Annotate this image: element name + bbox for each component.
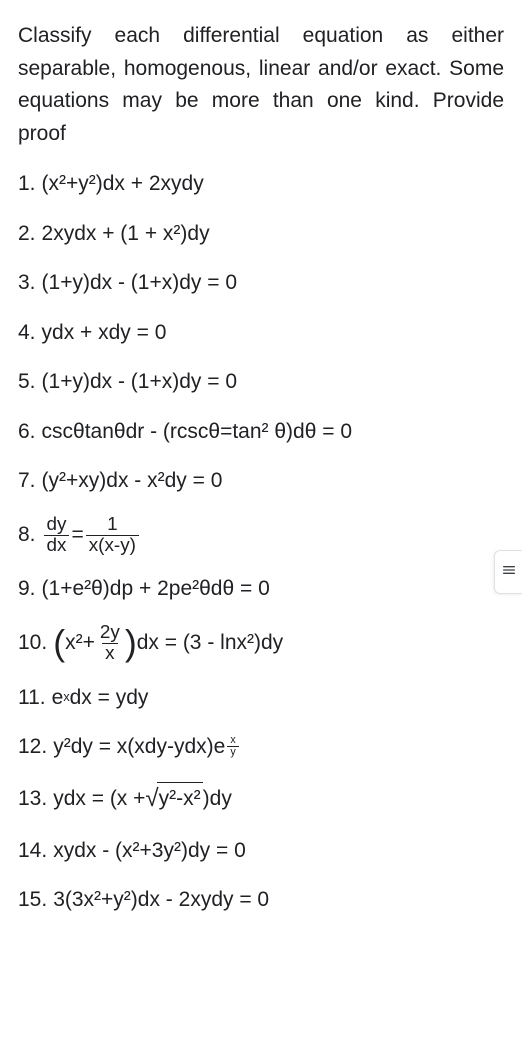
list-item: 2. 2xydx + (1 + x²)dy (18, 218, 504, 250)
item-number: 5. (18, 366, 36, 398)
square-root: √ y²-x² (145, 781, 202, 817)
menu-icon (501, 556, 517, 588)
list-item: 6. cscθtanθdr - (rcscθ=tan² θ)dθ = 0 (18, 416, 504, 448)
list-item: 8. dy dx = 1 x(x-y) (18, 515, 504, 556)
numerator: dy (44, 515, 70, 535)
term: )dy (203, 783, 232, 815)
equation: (1+y)dx - (1+x)dy = 0 (42, 267, 238, 299)
item-number: 1. (18, 168, 36, 200)
equation: (y²+xy)dx - x²dy = 0 (42, 465, 223, 497)
equation: ydx + xdy = 0 (42, 317, 167, 349)
item-number: 6. (18, 416, 36, 448)
item-number: 13. (18, 783, 47, 815)
term: x²+ (65, 627, 95, 659)
list-item: 1. (x²+y²)dx + 2xydy (18, 168, 504, 200)
term: e (52, 682, 64, 714)
equation: 2xydx + (1 + x²)dy (42, 218, 210, 250)
equation: y²dy = x(xdy-ydx)exy (53, 731, 240, 763)
fraction: 2y x (97, 623, 123, 664)
denominator: x (102, 643, 117, 664)
list-item: 12. y²dy = x(xdy-ydx)exy (18, 731, 504, 763)
list-item: 4. ydx + xdy = 0 (18, 317, 504, 349)
list-item: 11. exdx = ydy (18, 682, 504, 714)
term: dx = (3 - lnx²)dy (137, 627, 283, 659)
equation: 3(3x²+y²)dx - 2xydy = 0 (53, 884, 269, 916)
numerator: 1 (104, 515, 121, 535)
instruction-text: Classify each differential equation as e… (18, 20, 504, 150)
item-number: 8. (18, 519, 36, 551)
item-number: 15. (18, 884, 47, 916)
equation: dy dx = 1 x(x-y) (42, 515, 141, 556)
sidebar-toggle-button[interactable] (494, 550, 522, 594)
list-item: 13. ydx = (x + √ y²-x² )dy (18, 781, 504, 817)
equation: ( x²+ 2y x ) dx = (3 - lnx²)dy (53, 623, 283, 664)
equation: (x²+y²)dx + 2xydy (42, 168, 204, 200)
equation: exdx = ydy (52, 682, 149, 714)
numerator: 2y (97, 623, 123, 643)
right-paren: ) (125, 629, 137, 658)
list-item: 3. (1+y)dx - (1+x)dy = 0 (18, 267, 504, 299)
item-number: 14. (18, 835, 47, 867)
numerator: x (227, 735, 238, 746)
item-number: 12. (18, 731, 47, 763)
term: dx = ydy (70, 682, 149, 714)
list-item: 15. 3(3x²+y²)dx - 2xydy = 0 (18, 884, 504, 916)
item-number: 10. (18, 627, 47, 659)
list-item: 7. (y²+xy)dx - x²dy = 0 (18, 465, 504, 497)
item-number: 3. (18, 267, 36, 299)
equation: cscθtanθdr - (rcscθ=tan² θ)dθ = 0 (42, 416, 352, 448)
term: y²dy = x(xdy-ydx)e (53, 731, 225, 763)
item-number: 11. (18, 682, 46, 714)
superscript-fraction: xy (225, 735, 240, 758)
term: ydx = (x + (53, 783, 145, 815)
item-number: 7. (18, 465, 36, 497)
equation: xydx - (x²+3y²)dy = 0 (53, 835, 246, 867)
denominator: y (227, 746, 238, 758)
equation: (1+e²θ)dp + 2pe²θdθ = 0 (42, 573, 270, 605)
equation: ydx = (x + √ y²-x² )dy (53, 781, 232, 817)
equation: (1+y)dx - (1+x)dy = 0 (42, 366, 238, 398)
item-number: 4. (18, 317, 36, 349)
item-number: 9. (18, 573, 36, 605)
equals: = (71, 519, 83, 551)
list-item: 5. (1+y)dx - (1+x)dy = 0 (18, 366, 504, 398)
fraction: dy dx (44, 515, 70, 556)
left-paren: ( (53, 629, 65, 658)
radicand: y²-x² (157, 782, 203, 815)
problem-list: 1. (x²+y²)dx + 2xydy 2. 2xydx + (1 + x²)… (18, 168, 504, 916)
list-item: 14. xydx - (x²+3y²)dy = 0 (18, 835, 504, 867)
list-item: 10. ( x²+ 2y x ) dx = (3 - lnx²)dy (18, 623, 504, 664)
fraction: 1 x(x-y) (86, 515, 139, 556)
denominator: x(x-y) (86, 535, 139, 556)
item-number: 2. (18, 218, 36, 250)
list-item: 9. (1+e²θ)dp + 2pe²θdθ = 0 (18, 573, 504, 605)
denominator: dx (44, 535, 70, 556)
